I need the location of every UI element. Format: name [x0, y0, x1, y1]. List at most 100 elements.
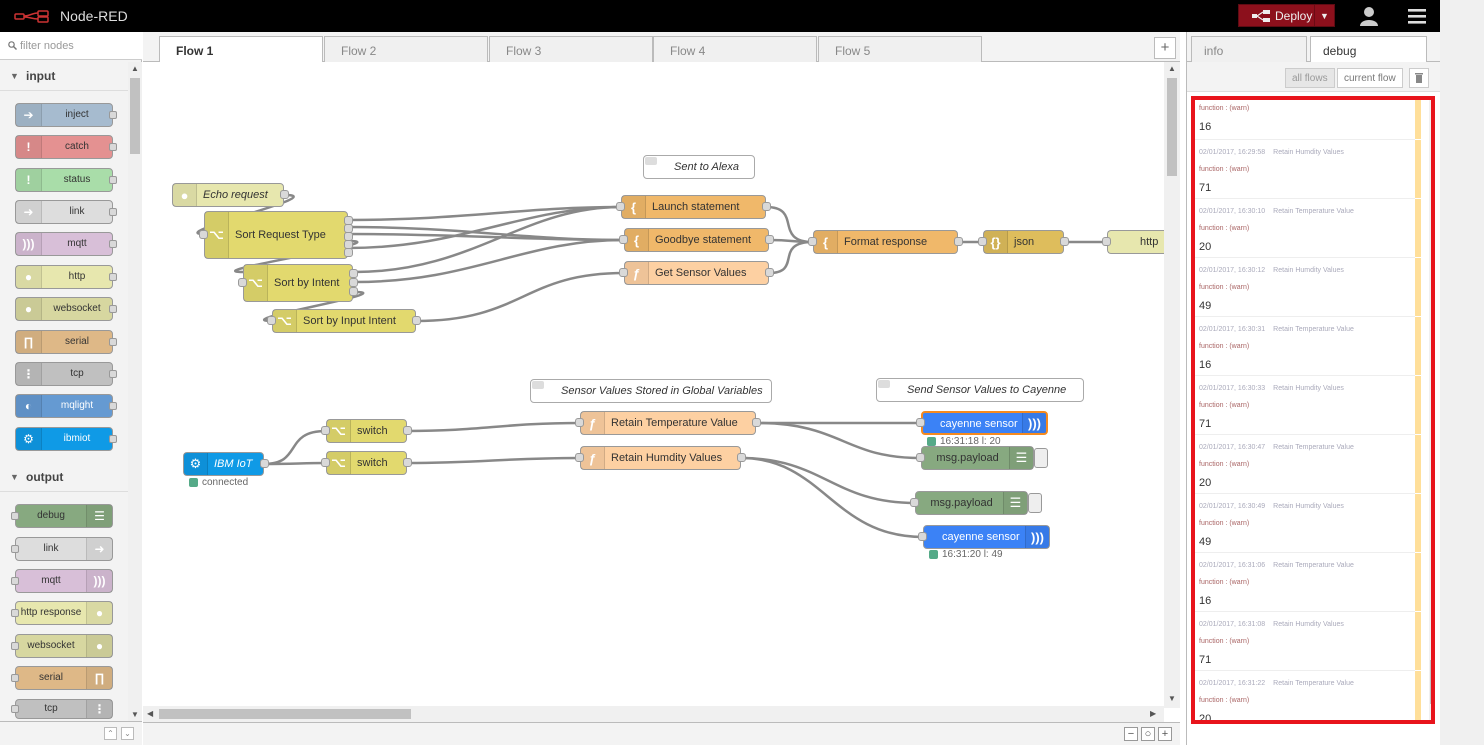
tab-flow-4[interactable]: Flow 4	[653, 36, 817, 62]
flow-canvas[interactable]: ● Echo request ⌥ Sort Request Type ⌥ Sor…	[143, 62, 1180, 722]
output-port[interactable]	[260, 459, 269, 468]
output-port[interactable]	[412, 316, 421, 325]
node-format-response[interactable]: { Format response	[808, 230, 963, 254]
debug-message[interactable]: 02/01/2017, 16:31:08 Retain Humdity Value…	[1195, 612, 1421, 671]
trash-icon[interactable]	[1409, 68, 1429, 88]
debug-message-list[interactable]: function : (warn) 16 02/01/2017, 16:29:5…	[1191, 96, 1435, 724]
input-port[interactable]	[619, 235, 628, 244]
output-port[interactable]	[349, 269, 358, 278]
node-sort-request-type[interactable]: ⌥ Sort Request Type	[199, 211, 353, 259]
node-retain-temperature[interactable]: ƒ Retain Temperature Value	[575, 411, 761, 435]
palette-node-serial-out[interactable]: serial ∏	[11, 666, 113, 690]
palette-node-debug[interactable]: debug ☰	[11, 504, 113, 528]
debug-message[interactable]: 02/01/2017, 16:31:06 Retain Temperature V…	[1195, 553, 1421, 612]
node-msg-payload-2[interactable]: msg.payload ☰	[910, 491, 1028, 515]
input-port[interactable]	[321, 458, 330, 467]
output-port[interactable]	[403, 458, 412, 467]
scroll-up-icon[interactable]: ▲	[1168, 64, 1176, 73]
output-port[interactable]	[954, 237, 963, 246]
palette-category-input[interactable]: ▼ input	[0, 61, 128, 91]
output-port[interactable]	[737, 453, 746, 462]
node-echo-request[interactable]: ● Echo request	[172, 183, 289, 207]
input-port[interactable]	[199, 230, 208, 239]
debug-message[interactable]: 02/01/2017, 16:31:22 Retain Temperature V…	[1195, 671, 1421, 720]
input-port[interactable]	[1102, 237, 1111, 246]
debug-message[interactable]: 02/01/2017, 16:30:33 Retain Humdity Value…	[1195, 376, 1421, 435]
output-port[interactable]	[280, 190, 289, 199]
palette-node-mqlight[interactable]: ◐ mqlight	[15, 394, 117, 418]
zoom-in-button[interactable]: +	[1158, 727, 1172, 741]
input-port[interactable]	[808, 237, 817, 246]
node-cayenne-sensor-2[interactable]: cayenne sensor )))	[918, 525, 1050, 549]
scroll-down-icon[interactable]: ▼	[1168, 694, 1176, 703]
user-icon[interactable]	[1360, 6, 1378, 26]
input-port[interactable]	[916, 418, 925, 427]
palette-node-inject[interactable]: ➔ inject	[15, 103, 117, 127]
tab-debug[interactable]: debug	[1310, 36, 1427, 63]
node-launch-statement[interactable]: { Launch statement	[616, 195, 771, 219]
output-port[interactable]	[752, 418, 761, 427]
zoom-reset-button[interactable]: ○	[1141, 727, 1155, 741]
all-flows-button[interactable]: all flows	[1285, 68, 1335, 88]
comment-sent-to-alexa[interactable]: Sent to Alexa	[643, 155, 755, 179]
debug-message[interactable]: function : (warn) 16	[1195, 100, 1421, 140]
input-port[interactable]	[619, 268, 628, 277]
output-port[interactable]	[344, 248, 353, 257]
palette-node-tcp-out[interactable]: tcp ⋮	[11, 699, 113, 719]
output-port[interactable]	[403, 426, 412, 435]
debug-toggle-button[interactable]	[1028, 493, 1042, 513]
node-goodbye-statement[interactable]: { Goodbye statement	[619, 228, 774, 252]
menu-icon[interactable]	[1408, 8, 1426, 24]
palette-node-http[interactable]: ● http	[15, 265, 117, 289]
comment-send-to-cayenne[interactable]: Send Sensor Values to Cayenne	[876, 378, 1084, 402]
debug-message[interactable]: 02/01/2017, 16:30:31 Retain Temperature V…	[1195, 317, 1421, 376]
palette-node-http-response[interactable]: http response ●	[11, 601, 113, 625]
output-port[interactable]	[765, 235, 774, 244]
input-port[interactable]	[267, 316, 276, 325]
collapse-all-icon[interactable]: ⌃	[104, 727, 117, 740]
palette-node-link-out[interactable]: link ➜	[11, 537, 113, 561]
scroll-down-icon[interactable]: ▼	[131, 710, 139, 719]
input-port[interactable]	[910, 498, 919, 507]
palette-node-serial[interactable]: ∏ serial	[15, 330, 117, 354]
input-port[interactable]	[616, 202, 625, 211]
expand-all-icon[interactable]: ⌄	[121, 727, 134, 740]
node-msg-payload-1[interactable]: msg.payload ☰	[916, 446, 1034, 470]
debug-message[interactable]: 02/01/2017, 16:30:47 Retain Temperature V…	[1195, 435, 1421, 494]
scroll-up-icon[interactable]: ▲	[131, 64, 139, 73]
zoom-out-button[interactable]: −	[1124, 727, 1138, 741]
deploy-button[interactable]: Deploy ▼	[1238, 4, 1335, 27]
canvas-horizontal-scrollbar[interactable]: ◀ ▶	[143, 706, 1164, 722]
debug-message[interactable]: 02/01/2017, 16:30:12 Retain Humdity Value…	[1195, 258, 1421, 317]
output-port[interactable]	[765, 268, 774, 277]
node-cayenne-sensor-1[interactable]: cayenne sensor )))	[916, 411, 1048, 435]
tab-flow-5[interactable]: Flow 5	[818, 36, 982, 62]
input-port[interactable]	[918, 532, 927, 541]
node-retain-humidity[interactable]: ƒ Retain Humdity Values	[575, 446, 746, 470]
debug-message[interactable]: 02/01/2017, 16:29:58 Retain Humdity Value…	[1195, 140, 1421, 199]
tab-flow-1[interactable]: Flow 1	[159, 36, 323, 63]
palette-node-mqtt[interactable]: ))) mqtt	[15, 232, 117, 256]
add-flow-button[interactable]: +	[1154, 37, 1176, 59]
node-switch-2[interactable]: ⌥ switch	[321, 451, 412, 475]
input-port[interactable]	[978, 237, 987, 246]
palette-node-status[interactable]: ! status	[15, 168, 117, 192]
palette-search[interactable]: filter nodes	[0, 32, 142, 60]
palette-node-websocket[interactable]: ● websocket	[15, 297, 117, 321]
node-json[interactable]: {} json	[978, 230, 1069, 254]
output-port[interactable]	[762, 202, 771, 211]
scroll-right-icon[interactable]: ▶	[1150, 709, 1156, 718]
input-port[interactable]	[575, 453, 584, 462]
node-ibm-iot[interactable]: ⚙ IBM IoT	[183, 452, 269, 476]
debug-scroll-thumb[interactable]	[1430, 660, 1431, 704]
palette-node-ibmiot[interactable]: ⚙ ibmiot	[15, 427, 117, 451]
palette-node-catch[interactable]: ! catch	[15, 135, 117, 159]
debug-message[interactable]: 02/01/2017, 16:30:49 Retain Humdity Value…	[1195, 494, 1421, 553]
palette-node-mqtt-out[interactable]: mqtt )))	[11, 569, 113, 593]
output-port[interactable]	[1060, 237, 1069, 246]
current-flow-button[interactable]: current flow	[1337, 68, 1403, 88]
palette-scrollbar[interactable]: ▲ ▼	[128, 62, 142, 722]
tab-flow-3[interactable]: Flow 3	[489, 36, 653, 62]
input-port[interactable]	[238, 278, 247, 287]
palette-node-websocket-out[interactable]: websocket ●	[11, 634, 113, 658]
